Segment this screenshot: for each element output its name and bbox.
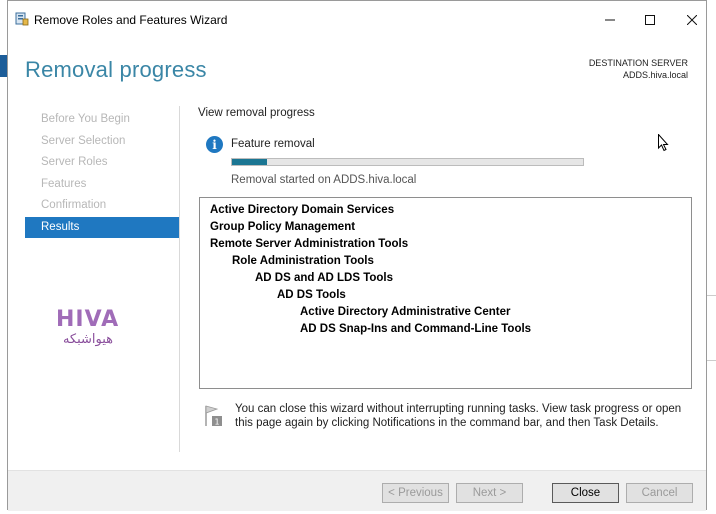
status-title: Feature removal (231, 138, 315, 150)
destination-server-label: DESTINATION SERVER (588, 58, 688, 68)
footer-bar: < Previous Next > Close Cancel (8, 470, 706, 511)
logo-persian-text: هیواشبکه (62, 332, 114, 347)
minimize-icon (605, 19, 615, 21)
nav-item-server-roles: Server Roles (41, 156, 108, 168)
info-note: You can close this wizard without interr… (235, 403, 682, 429)
maximize-button[interactable] (630, 7, 670, 33)
destination-server-value: ADDS.hiva.local (622, 70, 688, 80)
title-bar[interactable]: Remove Roles and Features Wizard (8, 1, 706, 38)
svg-text:1: 1 (214, 418, 219, 427)
server-manager-icon (15, 12, 29, 26)
background-divider (707, 295, 716, 296)
removal-progress-bar (231, 158, 584, 166)
feature-item: Role Administration Tools (232, 255, 374, 267)
background-right-strip (707, 0, 716, 514)
content-heading: View removal progress (198, 107, 315, 119)
wizard-window: Remove Roles and Features Wizard Removal… (7, 0, 707, 511)
feature-item: Active Directory Domain Services (210, 204, 395, 216)
nav-item-features: Features (41, 177, 87, 190)
info-icon: i (206, 136, 223, 153)
close-window-button[interactable] (672, 7, 712, 33)
nav-divider (179, 106, 180, 452)
nav-item-before-you-begin: Before You Begin (41, 113, 130, 125)
mouse-cursor-icon (658, 134, 669, 152)
maximize-icon (645, 15, 655, 25)
hiva-logo: HIVA هیواشبکه (56, 309, 120, 351)
nav-item-confirmation: Confirmation (41, 199, 107, 211)
nav-item-results[interactable]: Results (25, 216, 180, 238)
window-title: Remove Roles and Features Wizard (34, 13, 228, 27)
close-icon (687, 15, 697, 25)
close-button[interactable]: Close (552, 483, 619, 503)
feature-item: Remote Server Administration Tools (210, 238, 409, 250)
feature-item: AD DS and AD LDS Tools (255, 272, 393, 284)
previous-button[interactable]: < Previous (382, 483, 449, 503)
feature-item: AD DS Tools (277, 289, 346, 301)
status-subtitle: Removal started on ADDS.hiva.local (231, 174, 417, 186)
wizard-nav: Before You Begin Server Selection Server… (25, 109, 180, 238)
feature-list[interactable]: Active Directory Domain Services Group P… (199, 197, 692, 389)
feature-item: Active Directory Administrative Center (300, 306, 511, 318)
progress-fill (232, 159, 268, 165)
background-divider (707, 360, 716, 361)
page-title: Removal progress (25, 57, 207, 82)
notification-flag-icon: 1 (205, 405, 222, 427)
cancel-button[interactable]: Cancel (626, 483, 693, 503)
next-button[interactable]: Next > (456, 483, 523, 503)
minimize-button[interactable] (590, 7, 630, 33)
feature-item: Group Policy Management (210, 221, 356, 233)
logo-latin-text: HIVA (56, 307, 120, 332)
nav-item-server-selection: Server Selection (41, 134, 126, 147)
feature-item: AD DS Snap-Ins and Command-Line Tools (300, 323, 532, 335)
